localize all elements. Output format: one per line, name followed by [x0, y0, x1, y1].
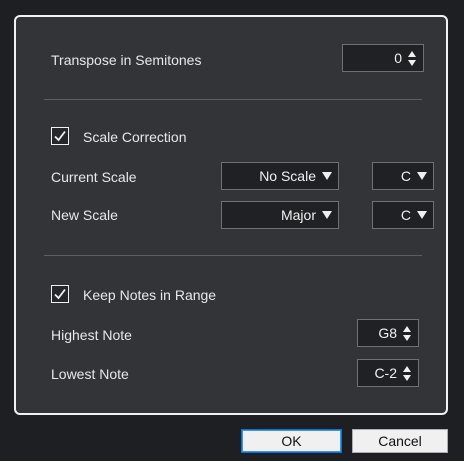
new-scale-value: Major — [280, 207, 316, 223]
spin-arrows-icon[interactable] — [403, 325, 412, 341]
dropdown-arrow-icon — [322, 211, 332, 219]
lowest-note-value: C-2 — [374, 365, 397, 381]
new-root-value: C — [400, 207, 411, 223]
highest-note-value: G8 — [378, 325, 397, 341]
spin-arrows-icon[interactable] — [408, 50, 417, 66]
new-root-dropdown[interactable]: C — [372, 201, 434, 229]
scale-correction-checkbox[interactable] — [51, 127, 69, 145]
divider — [44, 99, 422, 100]
new-scale-label: New Scale — [51, 207, 118, 223]
keep-notes-label: Keep Notes in Range — [83, 287, 217, 303]
transpose-label: Transpose in Semitones — [51, 52, 202, 68]
current-scale-value: No Scale — [259, 168, 316, 184]
lowest-note-spinbox[interactable]: C-2 — [357, 359, 419, 387]
highest-note-label: Highest Note — [51, 327, 132, 343]
dropdown-arrow-icon — [322, 172, 332, 180]
keep-notes-checkbox[interactable] — [51, 285, 69, 303]
transpose-value: 0 — [394, 50, 402, 66]
divider — [44, 255, 422, 256]
current-root-dropdown[interactable]: C — [372, 162, 434, 190]
dropdown-arrow-icon — [417, 172, 427, 180]
cancel-button[interactable]: Cancel — [352, 429, 448, 453]
checkmark-icon — [54, 288, 66, 300]
transpose-dialog: Transpose in Semitones 0 Scale Correctio… — [0, 0, 464, 461]
current-scale-label: Current Scale — [51, 169, 137, 185]
dropdown-arrow-icon — [417, 211, 427, 219]
lowest-note-label: Lowest Note — [51, 366, 129, 382]
highest-note-spinbox[interactable]: G8 — [357, 319, 419, 347]
checkmark-icon — [54, 130, 66, 142]
settings-panel: Transpose in Semitones 0 Scale Correctio… — [14, 15, 448, 415]
transpose-spinbox[interactable]: 0 — [342, 44, 424, 72]
current-root-value: C — [400, 168, 411, 184]
ok-button[interactable]: OK — [241, 429, 342, 453]
scale-correction-label: Scale Correction — [83, 129, 187, 145]
spin-arrows-icon[interactable] — [403, 365, 412, 381]
new-scale-dropdown[interactable]: Major — [221, 201, 339, 229]
current-scale-dropdown[interactable]: No Scale — [221, 162, 339, 190]
